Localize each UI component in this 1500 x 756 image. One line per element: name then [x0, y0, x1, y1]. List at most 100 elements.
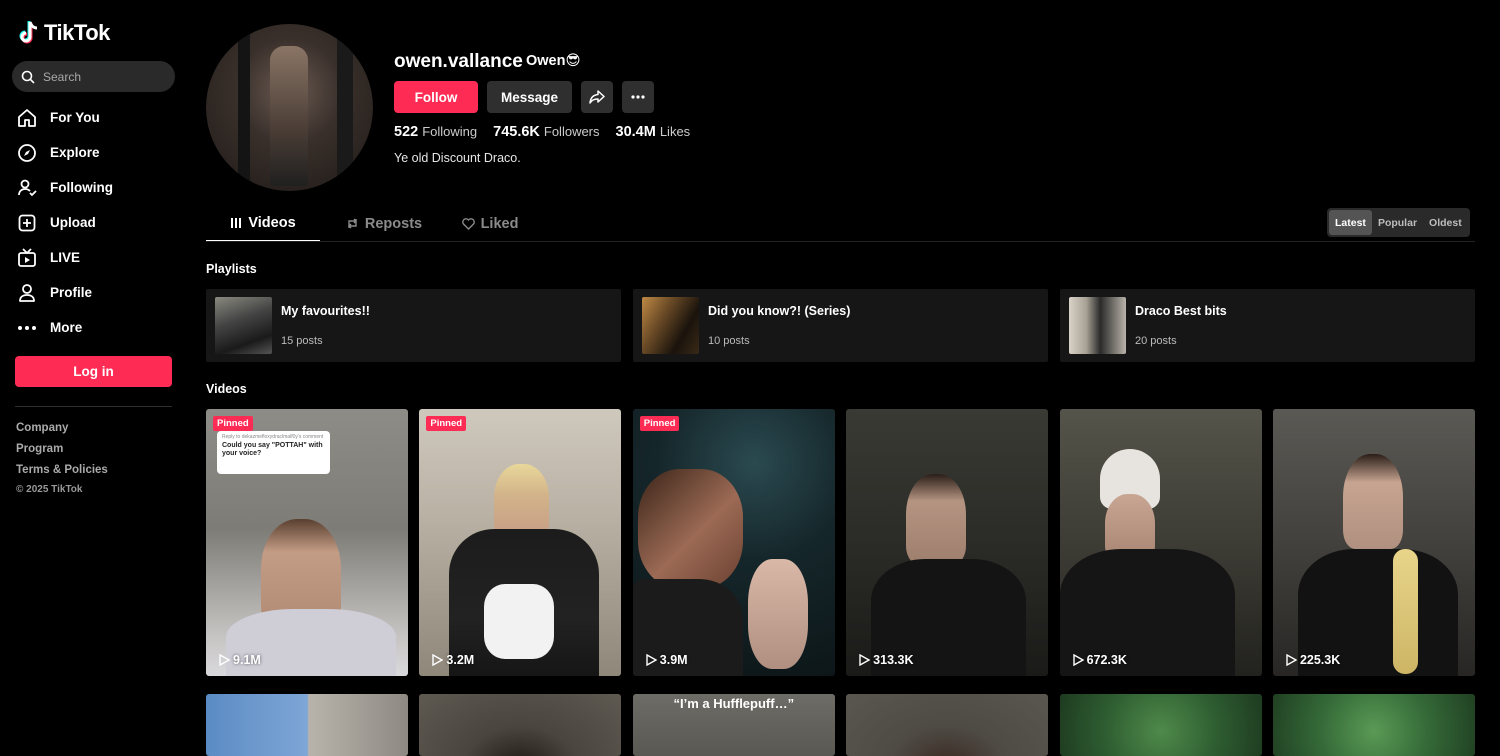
video-overlay-text: “I’m a Hufflepuff…”: [673, 696, 795, 711]
repost-icon: [347, 218, 357, 229]
profile-username: owen.vallance: [394, 51, 523, 72]
nav-explore[interactable]: Explore: [16, 135, 176, 170]
tiktok-logo[interactable]: TikTok: [18, 20, 110, 46]
plus-square-icon: [16, 212, 38, 234]
video-card[interactable]: [1272, 694, 1475, 756]
profile-stats: 522 Following 745.6K Followers 30.4M Likes: [394, 123, 690, 141]
footer-link-company[interactable]: Company: [16, 420, 108, 441]
video-card[interactable]: [206, 694, 408, 756]
play-icon: [219, 654, 230, 666]
footer-links: Company Program Terms & Policies © 2025 …: [16, 420, 108, 495]
nav-upload[interactable]: Upload: [16, 205, 176, 240]
profile-bio: Ye old Discount Draco.: [394, 151, 521, 165]
avatar-door-edge: [238, 24, 250, 191]
follow-button[interactable]: Follow: [394, 81, 478, 113]
view-count-value: 672.3K: [1086, 653, 1127, 667]
video-card[interactable]: [1059, 694, 1262, 756]
nav-label: Explore: [50, 145, 100, 160]
video-card[interactable]: [846, 694, 1049, 756]
search-bar[interactable]: [12, 61, 175, 92]
nav-live[interactable]: LIVE: [16, 240, 176, 275]
brand-name: TikTok: [44, 20, 110, 45]
video-card[interactable]: 225.3K: [1272, 409, 1475, 676]
video-card[interactable]: [419, 694, 622, 756]
tabs-divider: [206, 241, 1475, 242]
view-count: 225.3K: [1285, 653, 1340, 667]
sort-latest[interactable]: Latest: [1329, 210, 1372, 235]
tab-label: Reposts: [364, 215, 423, 232]
profile-nickname: Owen😎: [526, 53, 581, 69]
video-subject: [494, 464, 550, 539]
pinned-badge: Pinned: [426, 416, 467, 431]
playlist-thumbnail: [1069, 297, 1126, 354]
stat-label: Likes: [659, 124, 691, 139]
sort-toggle: Latest Popular Oldest: [1327, 208, 1470, 237]
tab-reposts[interactable]: Reposts: [322, 205, 446, 242]
sort-popular[interactable]: Popular: [1372, 210, 1423, 235]
avatar-door-edge-right: [337, 24, 353, 191]
playlist-card[interactable]: Did you know?! (Series) 10 posts: [633, 289, 1048, 362]
main-nav: For You Explore Following Upload LIVE Pr…: [16, 100, 176, 345]
person-icon: [16, 282, 38, 304]
nav-profile[interactable]: Profile: [16, 275, 176, 310]
playlist-thumbnail: [642, 297, 699, 354]
view-count: 3.9M: [645, 653, 688, 667]
playlist-card[interactable]: My favourites!! 15 posts: [206, 289, 621, 362]
nav-following[interactable]: Following: [16, 170, 176, 205]
message-button[interactable]: Message: [487, 81, 572, 113]
search-input[interactable]: [43, 69, 163, 84]
stat-following[interactable]: 522 Following: [394, 123, 477, 141]
playlist-count: 10 posts: [708, 335, 750, 347]
pinned-badge: Pinned: [213, 416, 253, 431]
sidebar: TikTok For You Explore Following Upload …: [0, 0, 190, 756]
nav-more[interactable]: More: [16, 310, 176, 345]
playlist-thumbnail: [215, 297, 272, 354]
login-button[interactable]: Log in: [15, 356, 172, 387]
stat-followers[interactable]: 745.6K Followers: [493, 123, 599, 141]
video-card[interactable]: Pinned Reply to dekazmefloxydraclmalf0y'…: [206, 409, 408, 676]
play-icon: [1072, 654, 1084, 666]
video-snake: [1392, 549, 1418, 674]
playlist-card[interactable]: Draco Best bits 20 posts: [1060, 289, 1475, 362]
nav-for-you[interactable]: For You: [16, 100, 176, 135]
video-card[interactable]: Pinned 3.9M: [632, 409, 835, 676]
nav-label: For You: [50, 110, 100, 125]
view-count: 9.1M: [218, 653, 261, 667]
stat-value: 745.6K: [493, 124, 540, 140]
sort-oldest[interactable]: Oldest: [1423, 210, 1468, 235]
search-icon: [21, 70, 35, 84]
playlist-count: 15 posts: [281, 335, 323, 347]
live-tv-icon: [16, 247, 38, 269]
more-options-button[interactable]: [622, 81, 654, 113]
play-icon: [859, 654, 871, 666]
avatar-figure: [270, 46, 308, 186]
playlists-heading: Playlists: [206, 262, 257, 276]
view-count-value: 313.3K: [873, 653, 914, 667]
video-hand: [747, 559, 808, 669]
video-card[interactable]: 672.3K: [1059, 409, 1262, 676]
playlist-title: Did you know?! (Series): [708, 304, 851, 318]
nav-label: Following: [50, 180, 113, 195]
grid-icon: [231, 217, 242, 228]
reply-comment-bubble: Reply to dekazmefloxydraclmalf0y's comme…: [217, 431, 330, 474]
profile-avatar[interactable]: [206, 24, 373, 191]
tab-videos[interactable]: Videos: [206, 205, 320, 242]
view-count-value: 225.3K: [1299, 653, 1341, 667]
footer-link-program[interactable]: Program: [16, 441, 108, 462]
play-icon: [646, 654, 657, 666]
footer-link-terms[interactable]: Terms & Policies: [16, 462, 108, 483]
reply-caption: Could you say "POTTAH" with your voice?: [222, 442, 323, 457]
play-icon: [1286, 654, 1297, 666]
share-arrow-icon: [589, 90, 605, 104]
video-card[interactable]: Pinned 3.2M: [419, 409, 622, 676]
profile-tabs: Videos Reposts Liked: [206, 205, 534, 242]
tab-liked[interactable]: Liked: [446, 205, 534, 242]
videos-heading: Videos: [206, 382, 247, 396]
view-count: 672.3K: [1072, 653, 1127, 667]
video-card[interactable]: “I’m a Hufflepuff…”: [632, 694, 835, 756]
play-icon: [432, 654, 444, 666]
copyright: © 2025 TikTok: [16, 484, 83, 495]
playlist-title: Draco Best bits: [1135, 304, 1227, 318]
video-card[interactable]: 313.3K: [846, 409, 1049, 676]
share-button[interactable]: [581, 81, 613, 113]
